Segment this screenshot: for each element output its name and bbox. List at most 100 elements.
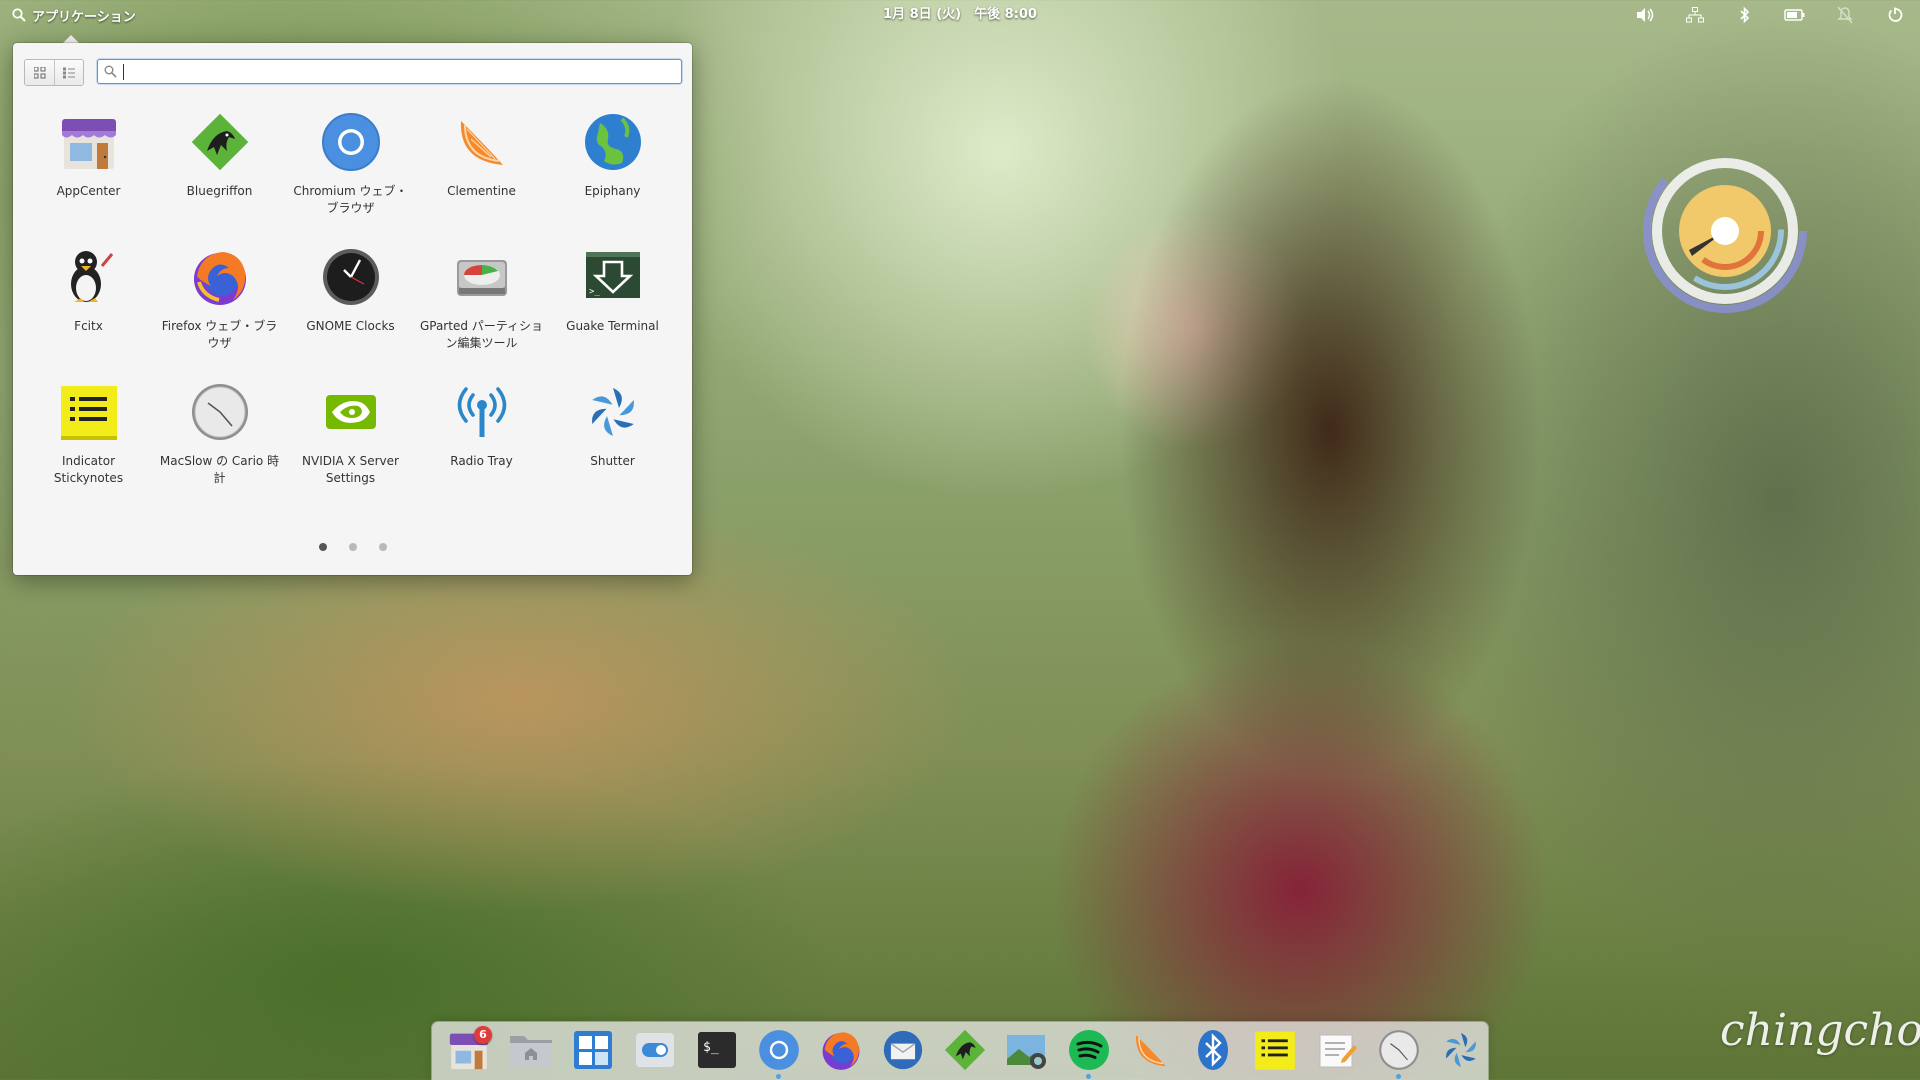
app-appcenter[interactable]: AppCenter	[23, 105, 154, 240]
app-shutter[interactable]: Shutter	[547, 375, 678, 510]
dock-item-clementine[interactable]	[1122, 1024, 1180, 1076]
appcenter-icon	[56, 109, 122, 175]
applications-button[interactable]: アプリケーション	[12, 0, 136, 30]
battery-icon[interactable]	[1784, 4, 1806, 26]
dock: 6 $_	[432, 1022, 1488, 1080]
app-radio-tray[interactable]: Radio Tray	[416, 375, 547, 510]
bluegriffon-icon	[944, 1029, 986, 1071]
app-fcitx[interactable]: Fcitx	[23, 240, 154, 375]
dock-item-spotify[interactable]	[1060, 1024, 1118, 1079]
svg-text:$_: $_	[703, 1040, 719, 1055]
app-label: Radio Tray	[450, 454, 513, 468]
text-cursor	[123, 63, 124, 80]
gparted-icon	[449, 244, 515, 310]
app-label: Chromium ウェブ・ブラウザ	[293, 184, 408, 215]
dock-item-text-editor[interactable]	[1308, 1024, 1366, 1076]
datetime-indicator[interactable]: 1月 8日 (火) 午後 8:00	[883, 7, 1037, 22]
power-icon[interactable]	[1884, 4, 1906, 26]
bluegriffon-icon	[187, 109, 253, 175]
page-indicator	[13, 543, 692, 551]
dock-item-files[interactable]	[502, 1024, 560, 1076]
cairo-clock-icon	[187, 379, 253, 445]
spotify-icon	[1069, 1030, 1109, 1070]
page-dot-2[interactable]	[348, 543, 357, 551]
dock-item-bluetooth[interactable]	[1184, 1024, 1242, 1076]
volume-icon[interactable]	[1634, 4, 1656, 26]
search-icon	[12, 8, 26, 22]
chromium-icon	[318, 109, 384, 175]
fcitx-icon	[56, 244, 122, 310]
app-label: NVIDIA X Server Settings	[302, 454, 399, 485]
notifications-off-icon[interactable]	[1834, 4, 1856, 26]
text-editor-icon	[1319, 1034, 1357, 1068]
app-gnome-clocks[interactable]: GNOME Clocks	[285, 240, 416, 375]
wallpaper-watermark: chingcho	[1720, 1005, 1920, 1056]
app-bluegriffon[interactable]: Bluegriffon	[154, 105, 285, 240]
app-label: GParted パーティション編集ツール	[419, 319, 544, 350]
page-dot-1[interactable]	[318, 543, 327, 551]
dock-item-thunderbird[interactable]	[874, 1024, 932, 1076]
stickynotes-icon	[1255, 1031, 1295, 1070]
multitasking-icon	[574, 1031, 612, 1069]
bluetooth-icon[interactable]	[1734, 4, 1756, 26]
app-label: Indicator Stickynotes	[53, 454, 124, 485]
firefox-icon	[187, 244, 253, 310]
dock-item-appcenter[interactable]: 6	[440, 1024, 498, 1076]
shutter-icon	[580, 379, 646, 445]
update-count-badge: 6	[474, 1026, 492, 1044]
nvidia-icon	[318, 379, 384, 445]
app-label: Fcitx	[74, 319, 103, 333]
system-monitor-widget	[1643, 149, 1807, 313]
app-firefox[interactable]: Firefox ウェブ・ブラウザ	[154, 240, 285, 375]
search-field[interactable]	[97, 59, 682, 84]
dock-item-stickynotes[interactable]	[1246, 1024, 1304, 1076]
clementine-icon	[449, 109, 515, 175]
page-dot-3[interactable]	[378, 543, 387, 551]
bluetooth-icon	[1198, 1030, 1228, 1070]
app-guake-terminal[interactable]: >_ Guake Terminal	[547, 240, 678, 375]
search-input[interactable]	[130, 64, 681, 79]
app-label: Shutter	[590, 454, 635, 468]
view-switcher	[24, 59, 84, 86]
grid-icon	[33, 66, 45, 78]
dock-item-bluegriffon[interactable]	[936, 1024, 994, 1076]
app-label: Clementine	[447, 184, 516, 198]
applications-label: アプリケーション	[32, 9, 136, 25]
dock-item-terminal[interactable]: $_	[688, 1024, 746, 1076]
epiphany-icon	[580, 109, 646, 175]
dock-item-cairo-clock[interactable]	[1370, 1024, 1428, 1079]
app-label: Bluegriffon	[186, 184, 253, 198]
app-gparted[interactable]: GParted パーティション編集ツール	[416, 240, 547, 375]
app-label: Guake Terminal	[566, 319, 659, 333]
dock-item-shutter[interactable]	[1432, 1024, 1490, 1076]
top-panel: アプリケーション 1月 8日 (火) 午後 8:00	[0, 0, 1920, 30]
dock-item-firefox[interactable]	[812, 1024, 870, 1076]
app-chromium[interactable]: Chromium ウェブ・ブラウザ	[285, 105, 416, 240]
app-clementine[interactable]: Clementine	[416, 105, 547, 240]
stickynotes-icon	[56, 379, 122, 445]
app-label: AppCenter	[56, 184, 121, 198]
mail-icon	[883, 1030, 923, 1070]
radio-tray-icon	[449, 379, 515, 445]
applications-menu: AppCenter Bluegriffon Chromium ウェブ・ブラウザ …	[13, 43, 692, 575]
dock-item-chromium[interactable]	[750, 1024, 808, 1079]
dock-item-shotwell[interactable]	[998, 1024, 1056, 1076]
app-label: GNOME Clocks	[306, 319, 395, 333]
search-icon	[104, 65, 117, 78]
terminal-icon: $_	[698, 1032, 736, 1068]
network-icon[interactable]	[1684, 4, 1706, 26]
folder-icon	[510, 1036, 552, 1068]
app-cairo-clock[interactable]: MacSlow の Cario 時計	[154, 375, 285, 510]
category-view-button[interactable]	[54, 60, 83, 85]
app-epiphany[interactable]: Epiphany	[547, 105, 678, 240]
grid-view-button[interactable]	[25, 60, 54, 85]
firefox-icon	[822, 1032, 860, 1070]
switch-icon	[636, 1033, 674, 1067]
dock-item-system-settings[interactable]	[626, 1024, 684, 1076]
cairo-clock-icon	[1379, 1030, 1419, 1070]
app-indicator-stickynotes[interactable]: Indicator Stickynotes	[23, 375, 154, 510]
app-nvidia-settings[interactable]: NVIDIA X Server Settings	[285, 375, 416, 510]
dock-item-multitasking-view[interactable]	[564, 1024, 622, 1076]
app-label: Epiphany	[584, 184, 641, 198]
app-label: MacSlow の Cario 時計	[159, 454, 280, 485]
